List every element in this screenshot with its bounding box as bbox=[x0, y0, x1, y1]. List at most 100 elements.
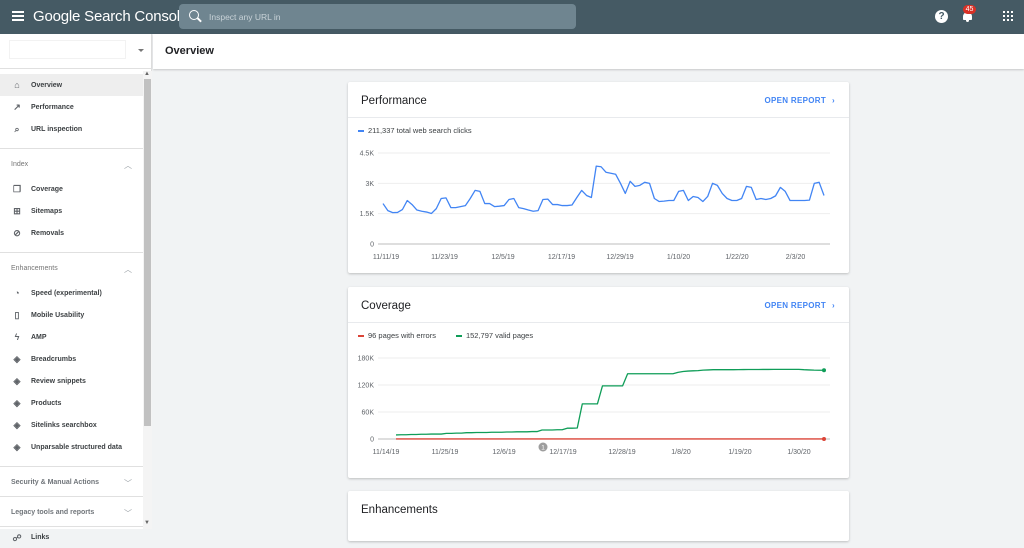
series-end-point bbox=[822, 368, 826, 373]
enhancements-card: Enhancements bbox=[348, 491, 849, 541]
coverage-chart: 0 60K 120K 180K 11/14/19 11/25/19 12/6/19 12/17… bbox=[358, 356, 830, 456]
home-icon: ⌂ bbox=[14, 80, 20, 90]
sitemap-icon: ⊞ bbox=[13, 206, 21, 216]
layers-icon: ◈ bbox=[13, 420, 21, 430]
sidebar-item-label: Products bbox=[31, 399, 62, 407]
layers-icon: ◈ bbox=[13, 376, 21, 386]
sidebar-item-label: Performance bbox=[31, 103, 74, 111]
hamburger-menu-icon[interactable] bbox=[12, 11, 24, 21]
y-tick-label: 0 bbox=[370, 242, 374, 249]
sidebar-item-label: Coverage bbox=[31, 185, 63, 193]
mobile-icon: ▯ bbox=[14, 310, 20, 320]
page-title: Overview bbox=[165, 45, 214, 57]
chevron-down-icon[interactable]: ﹀ bbox=[124, 478, 132, 489]
sidebar-item-unparsable-structured-data[interactable]: ◈ Unparsable structured data bbox=[0, 436, 143, 458]
x-tick-label: 12/17/19 bbox=[548, 254, 575, 261]
url-inspection-input[interactable] bbox=[209, 8, 559, 25]
sidebar-item-sitelinks-searchbox[interactable]: ◈ Sitelinks searchbox bbox=[0, 414, 143, 436]
layers-icon: ◈ bbox=[13, 398, 21, 408]
property-name[interactable] bbox=[10, 41, 125, 58]
dropdown-caret-icon[interactable] bbox=[138, 49, 144, 52]
series-line-0 bbox=[382, 165, 825, 215]
chevron-up-icon[interactable]: ︿ bbox=[124, 160, 132, 171]
page-header: Overview bbox=[153, 34, 1024, 69]
sidebar-item-links[interactable]: ☍ Links bbox=[0, 526, 143, 548]
scroll-up-arrow-icon[interactable]: ▲ bbox=[144, 71, 150, 77]
sidebar-scrollbar[interactable]: ▲ ▼ bbox=[143, 71, 152, 529]
logo-google: Google bbox=[33, 8, 81, 25]
section-label: Enhancements bbox=[11, 265, 58, 272]
sidebar-item-label: Mobile Usability bbox=[31, 311, 85, 319]
scrollbar-thumb[interactable] bbox=[144, 79, 151, 426]
x-tick-label: 2/3/20 bbox=[786, 254, 806, 261]
logo-product: Search Console bbox=[84, 8, 189, 25]
amp-bolt-icon: ϟ bbox=[14, 332, 20, 342]
sidebar-section-enhancements[interactable]: Enhancements ︿ bbox=[0, 252, 143, 282]
property-selector[interactable] bbox=[0, 34, 152, 69]
sidebar-item-label: Overview bbox=[31, 81, 63, 89]
chevron-up-icon[interactable]: ︿ bbox=[124, 264, 132, 275]
sidebar-item-overview[interactable]: ⌂ Overview bbox=[0, 74, 143, 96]
trending-up-icon: ↗ bbox=[13, 102, 21, 112]
sidebar-item-removals[interactable]: ⊘ Removals bbox=[0, 222, 143, 244]
y-tick-label: 1.5K bbox=[360, 211, 375, 218]
series-end-point bbox=[822, 436, 826, 441]
sidebar-item-speed[interactable]: ◔ Speed (experimental) bbox=[0, 282, 143, 304]
x-tick-label: 11/23/19 bbox=[431, 254, 458, 261]
sidebar-item-sitemaps[interactable]: ⊞ Sitemaps bbox=[0, 200, 143, 222]
sidebar-section-legacy[interactable]: Legacy tools and reports ﹀ bbox=[0, 496, 143, 526]
sidebar-item-label: Breadcrumbs bbox=[31, 355, 77, 363]
help-circle-icon[interactable]: ? bbox=[935, 10, 948, 23]
x-tick-label: 11/11/19 bbox=[373, 254, 399, 261]
links-network-icon: ☍ bbox=[12, 533, 22, 543]
annotation-label: 1 bbox=[541, 445, 545, 452]
scroll-down-arrow-icon[interactable]: ▼ bbox=[144, 520, 150, 526]
section-label: Index bbox=[11, 161, 29, 168]
x-tick-label: 12/6/19 bbox=[492, 449, 515, 456]
y-tick-label: 60K bbox=[362, 410, 375, 417]
layers-icon: ◈ bbox=[13, 442, 21, 452]
sidebar-item-label: Links bbox=[31, 534, 50, 541]
removals-eye-off-icon: ⊘ bbox=[13, 228, 21, 238]
section-label: Security & Manual Actions bbox=[11, 479, 100, 486]
x-tick-label: 12/29/19 bbox=[606, 254, 633, 261]
sidebar-item-label: Removals bbox=[31, 229, 65, 237]
search-icon bbox=[189, 10, 199, 20]
top-app-bar: Google Search Console ? 45 bbox=[0, 0, 1024, 34]
sidebar-item-breadcrumbs[interactable]: ◈ Breadcrumbs bbox=[0, 348, 143, 370]
sidebar-item-url-inspection[interactable]: ⌕ URL inspection bbox=[0, 118, 143, 140]
sidebar-item-coverage[interactable]: ❐ Coverage bbox=[0, 178, 143, 200]
sidebar-item-review-snippets[interactable]: ◈ Review snippets bbox=[0, 370, 143, 392]
performance-card: Performance OPEN REPORT › 211,337 total w… bbox=[348, 82, 849, 273]
apps-grid-icon[interactable] bbox=[1003, 11, 1013, 21]
sidebar-item-label: Unparsable structured data bbox=[31, 443, 123, 451]
section-label: Legacy tools and reports bbox=[11, 509, 95, 516]
sidebar-item-label: Speed (experimental) bbox=[31, 289, 102, 297]
x-tick-label: 1/22/20 bbox=[725, 254, 748, 261]
url-inspection-search[interactable] bbox=[179, 4, 576, 29]
y-tick-label: 3K bbox=[365, 181, 374, 188]
coverage-card: Coverage OPEN REPORT › 96 pages with erro… bbox=[348, 287, 849, 478]
y-tick-label: 0 bbox=[370, 437, 374, 444]
sidebar-section-security[interactable]: Security & Manual Actions ﹀ bbox=[0, 466, 143, 496]
sidebar-item-label: Review snippets bbox=[31, 377, 86, 385]
sidebar-item-label: Sitelinks searchbox bbox=[31, 421, 97, 429]
performance-chart: 0 1.5K 3K 4.5K 11/11/19 11/23/19 12/5/19 12/17/… bbox=[360, 151, 830, 261]
series-line-1 bbox=[395, 368, 825, 436]
x-tick-label: 12/28/19 bbox=[608, 449, 635, 456]
x-tick-label: 11/14/19 bbox=[373, 449, 400, 456]
y-tick-label: 180K bbox=[358, 356, 375, 363]
sidebar-item-performance[interactable]: ↗ Performance bbox=[0, 96, 143, 118]
sidebar-item-mobile-usability[interactable]: ▯ Mobile Usability bbox=[0, 304, 143, 326]
sidebar-section-index[interactable]: Index ︿ bbox=[0, 148, 143, 178]
x-tick-label: 1/30/20 bbox=[787, 449, 810, 456]
card-title: Enhancements bbox=[361, 504, 438, 516]
sidebar-item-amp[interactable]: ϟ AMP bbox=[0, 326, 143, 348]
sidebar-item-products[interactable]: ◈ Products bbox=[0, 392, 143, 414]
sidebar-item-label: Sitemaps bbox=[31, 207, 63, 215]
sidebar-item-label: URL inspection bbox=[31, 125, 83, 133]
product-logo[interactable]: Google Search Console bbox=[33, 8, 188, 25]
chevron-down-icon[interactable]: ﹀ bbox=[124, 508, 132, 519]
y-tick-label: 120K bbox=[358, 383, 375, 390]
notifications-badge[interactable]: 45 bbox=[963, 5, 976, 14]
